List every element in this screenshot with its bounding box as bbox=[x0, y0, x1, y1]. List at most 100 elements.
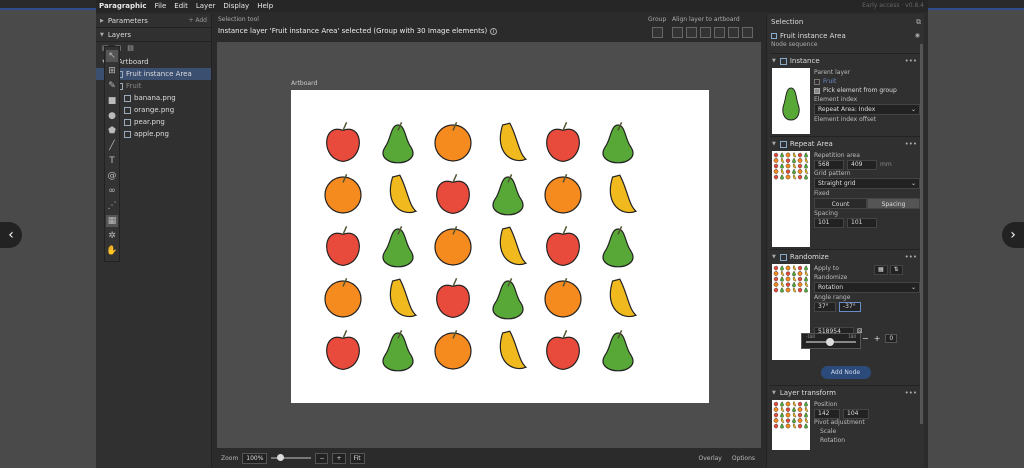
selected-layer-row[interactable]: Fruit instance Area ◉ bbox=[767, 30, 924, 41]
count-option[interactable]: Count bbox=[814, 198, 867, 209]
layers-header[interactable]: ▼ Layers bbox=[96, 28, 211, 42]
parameters-header[interactable]: ▶ Parameters + Add bbox=[96, 14, 211, 28]
zoom-in-button[interactable]: + bbox=[332, 452, 346, 464]
delete-layer-icon[interactable]: ▤ bbox=[127, 44, 134, 52]
pear-image bbox=[780, 423, 784, 429]
pear-image bbox=[602, 225, 634, 268]
select-tool-icon[interactable]: ↖ bbox=[106, 50, 118, 62]
area-width-field[interactable]: 568 bbox=[814, 159, 844, 170]
align-bottom-icon[interactable] bbox=[742, 27, 753, 38]
apple-shape bbox=[797, 413, 803, 418]
apply-grid-toggle[interactable]: ▦ bbox=[874, 265, 888, 275]
path-tool-icon[interactable]: ⋰ bbox=[106, 200, 118, 212]
stepper-plus-button[interactable]: + bbox=[874, 334, 881, 343]
repeat-props: Repetition area 568 409 mm Grid pattern St… bbox=[810, 151, 921, 247]
menu-display[interactable]: Display bbox=[223, 2, 249, 10]
apple-image bbox=[326, 329, 360, 371]
image-icon bbox=[124, 106, 131, 114]
position-y-field[interactable]: 104 bbox=[843, 408, 869, 419]
artboard[interactable] bbox=[291, 90, 709, 403]
node-tool-icon[interactable]: ⊞ bbox=[106, 65, 118, 77]
area-height-field[interactable]: 409 bbox=[847, 159, 877, 170]
zoom-bar: Zoom 100% − + Fit Overlay Options bbox=[217, 448, 761, 468]
apple-image bbox=[785, 417, 791, 423]
layer-transform-header[interactable]: ▼ Layer transform ••• bbox=[770, 386, 921, 400]
hand-tool-icon[interactable]: ✋ bbox=[106, 245, 118, 257]
repeat-tool-icon[interactable]: ▦ bbox=[106, 215, 118, 227]
options-dropdown[interactable]: Options bbox=[732, 455, 755, 462]
ellipse-tool-icon[interactable]: ● bbox=[106, 110, 118, 122]
zoom-value[interactable]: 100% bbox=[242, 452, 268, 464]
align-hcenter-icon[interactable] bbox=[686, 27, 697, 38]
menu-file[interactable]: File bbox=[155, 2, 167, 10]
pen-tool-icon[interactable]: ✎ bbox=[106, 80, 118, 92]
line-tool-icon[interactable]: ╱ bbox=[106, 140, 118, 152]
element-index-dropdown[interactable]: Repeat Area: Index ⌄ bbox=[814, 104, 920, 115]
add-node-button[interactable]: Add Node bbox=[820, 366, 871, 379]
orange-image bbox=[797, 157, 803, 163]
menu-help[interactable]: Help bbox=[257, 2, 273, 10]
spacing-option[interactable]: Spacing bbox=[867, 198, 920, 209]
spacing-y-field[interactable]: 101 bbox=[847, 217, 877, 228]
slider-knob[interactable] bbox=[826, 338, 834, 346]
canvas-area[interactable]: Artboard bbox=[217, 42, 761, 448]
rect-tool-icon[interactable]: ■ bbox=[106, 95, 118, 107]
spiral-tool-icon[interactable]: @ bbox=[106, 170, 118, 182]
eye-icon[interactable]: ◉ bbox=[915, 32, 920, 39]
zoom-slider[interactable] bbox=[271, 454, 312, 461]
rotation-label: Rotation bbox=[820, 437, 846, 444]
banana-shape bbox=[804, 157, 809, 163]
more-icon[interactable]: ••• bbox=[905, 253, 917, 261]
apply-swap-toggle[interactable]: ⇅ bbox=[889, 265, 903, 275]
fit-button[interactable]: Fit bbox=[349, 452, 365, 464]
spacing-x-field[interactable]: 101 bbox=[814, 217, 844, 228]
position-x-field[interactable]: 142 bbox=[814, 408, 840, 419]
info-icon[interactable]: i bbox=[490, 28, 498, 35]
orange-image bbox=[797, 406, 803, 412]
overlay-dropdown[interactable]: Overlay bbox=[699, 455, 722, 462]
pick-element-row[interactable]: Pick element from group bbox=[814, 86, 921, 95]
apple-shape bbox=[326, 232, 360, 267]
align-top-icon[interactable] bbox=[714, 27, 725, 38]
menu-edit[interactable]: Edit bbox=[174, 2, 188, 10]
zoom-out-button[interactable]: − bbox=[315, 452, 329, 464]
text-tool-icon[interactable]: T bbox=[106, 155, 118, 167]
parent-layer-value-row[interactable]: Fruit bbox=[814, 77, 921, 86]
right-panel-scrollbar[interactable] bbox=[920, 44, 923, 424]
more-icon[interactable]: ••• bbox=[905, 140, 917, 148]
banana-image bbox=[792, 276, 797, 282]
more-icon[interactable]: ••• bbox=[905, 57, 917, 65]
orange-image bbox=[785, 412, 791, 418]
previous-arrow-icon[interactable]: ‹ bbox=[0, 222, 22, 248]
angle-min-field[interactable]: 37° bbox=[814, 301, 836, 312]
align-left-icon[interactable] bbox=[672, 27, 683, 38]
repeat-area-header[interactable]: ▼ Repeat Area ••• bbox=[770, 137, 921, 151]
stepper-value[interactable]: 0 bbox=[885, 333, 898, 343]
randomize-header[interactable]: ▼ Randomize ••• bbox=[770, 250, 921, 264]
add-parameter-button[interactable]: + Add bbox=[188, 17, 207, 24]
instance-node-header[interactable]: ▼ Instance ••• bbox=[770, 54, 921, 68]
layer-name: orange.png bbox=[134, 106, 175, 114]
banana-image bbox=[792, 412, 797, 418]
apple-shape bbox=[773, 175, 779, 180]
stepper-minus-button[interactable]: − bbox=[862, 334, 869, 343]
blend-tool-icon[interactable]: ∞ bbox=[106, 185, 118, 197]
randomize-dropdown[interactable]: Rotation ⌄ bbox=[814, 282, 920, 293]
polygon-tool-icon[interactable]: ⬟ bbox=[106, 125, 118, 137]
align-vcenter-icon[interactable] bbox=[728, 27, 739, 38]
pick-element-checkbox[interactable] bbox=[814, 87, 820, 94]
more-icon[interactable]: ••• bbox=[905, 389, 917, 397]
angle-max-field[interactable]: -37° bbox=[839, 301, 861, 312]
next-arrow-icon[interactable]: › bbox=[1002, 222, 1024, 248]
randomize-label: Randomize bbox=[814, 274, 848, 281]
group-button[interactable] bbox=[652, 27, 663, 38]
orange-image bbox=[773, 168, 779, 174]
pin-icon[interactable]: ⧉ bbox=[916, 18, 921, 27]
slider-max-label: 180 bbox=[848, 334, 856, 339]
gear-tool-icon[interactable]: ✲ bbox=[106, 230, 118, 242]
align-right-icon[interactable] bbox=[700, 27, 711, 38]
menu-layer[interactable]: Layer bbox=[196, 2, 216, 10]
randomize-title: Randomize bbox=[789, 253, 829, 261]
angle-slider-popup[interactable]: -180 180 bbox=[801, 333, 861, 349]
grid-pattern-dropdown[interactable]: Straight grid ⌄ bbox=[814, 178, 920, 189]
